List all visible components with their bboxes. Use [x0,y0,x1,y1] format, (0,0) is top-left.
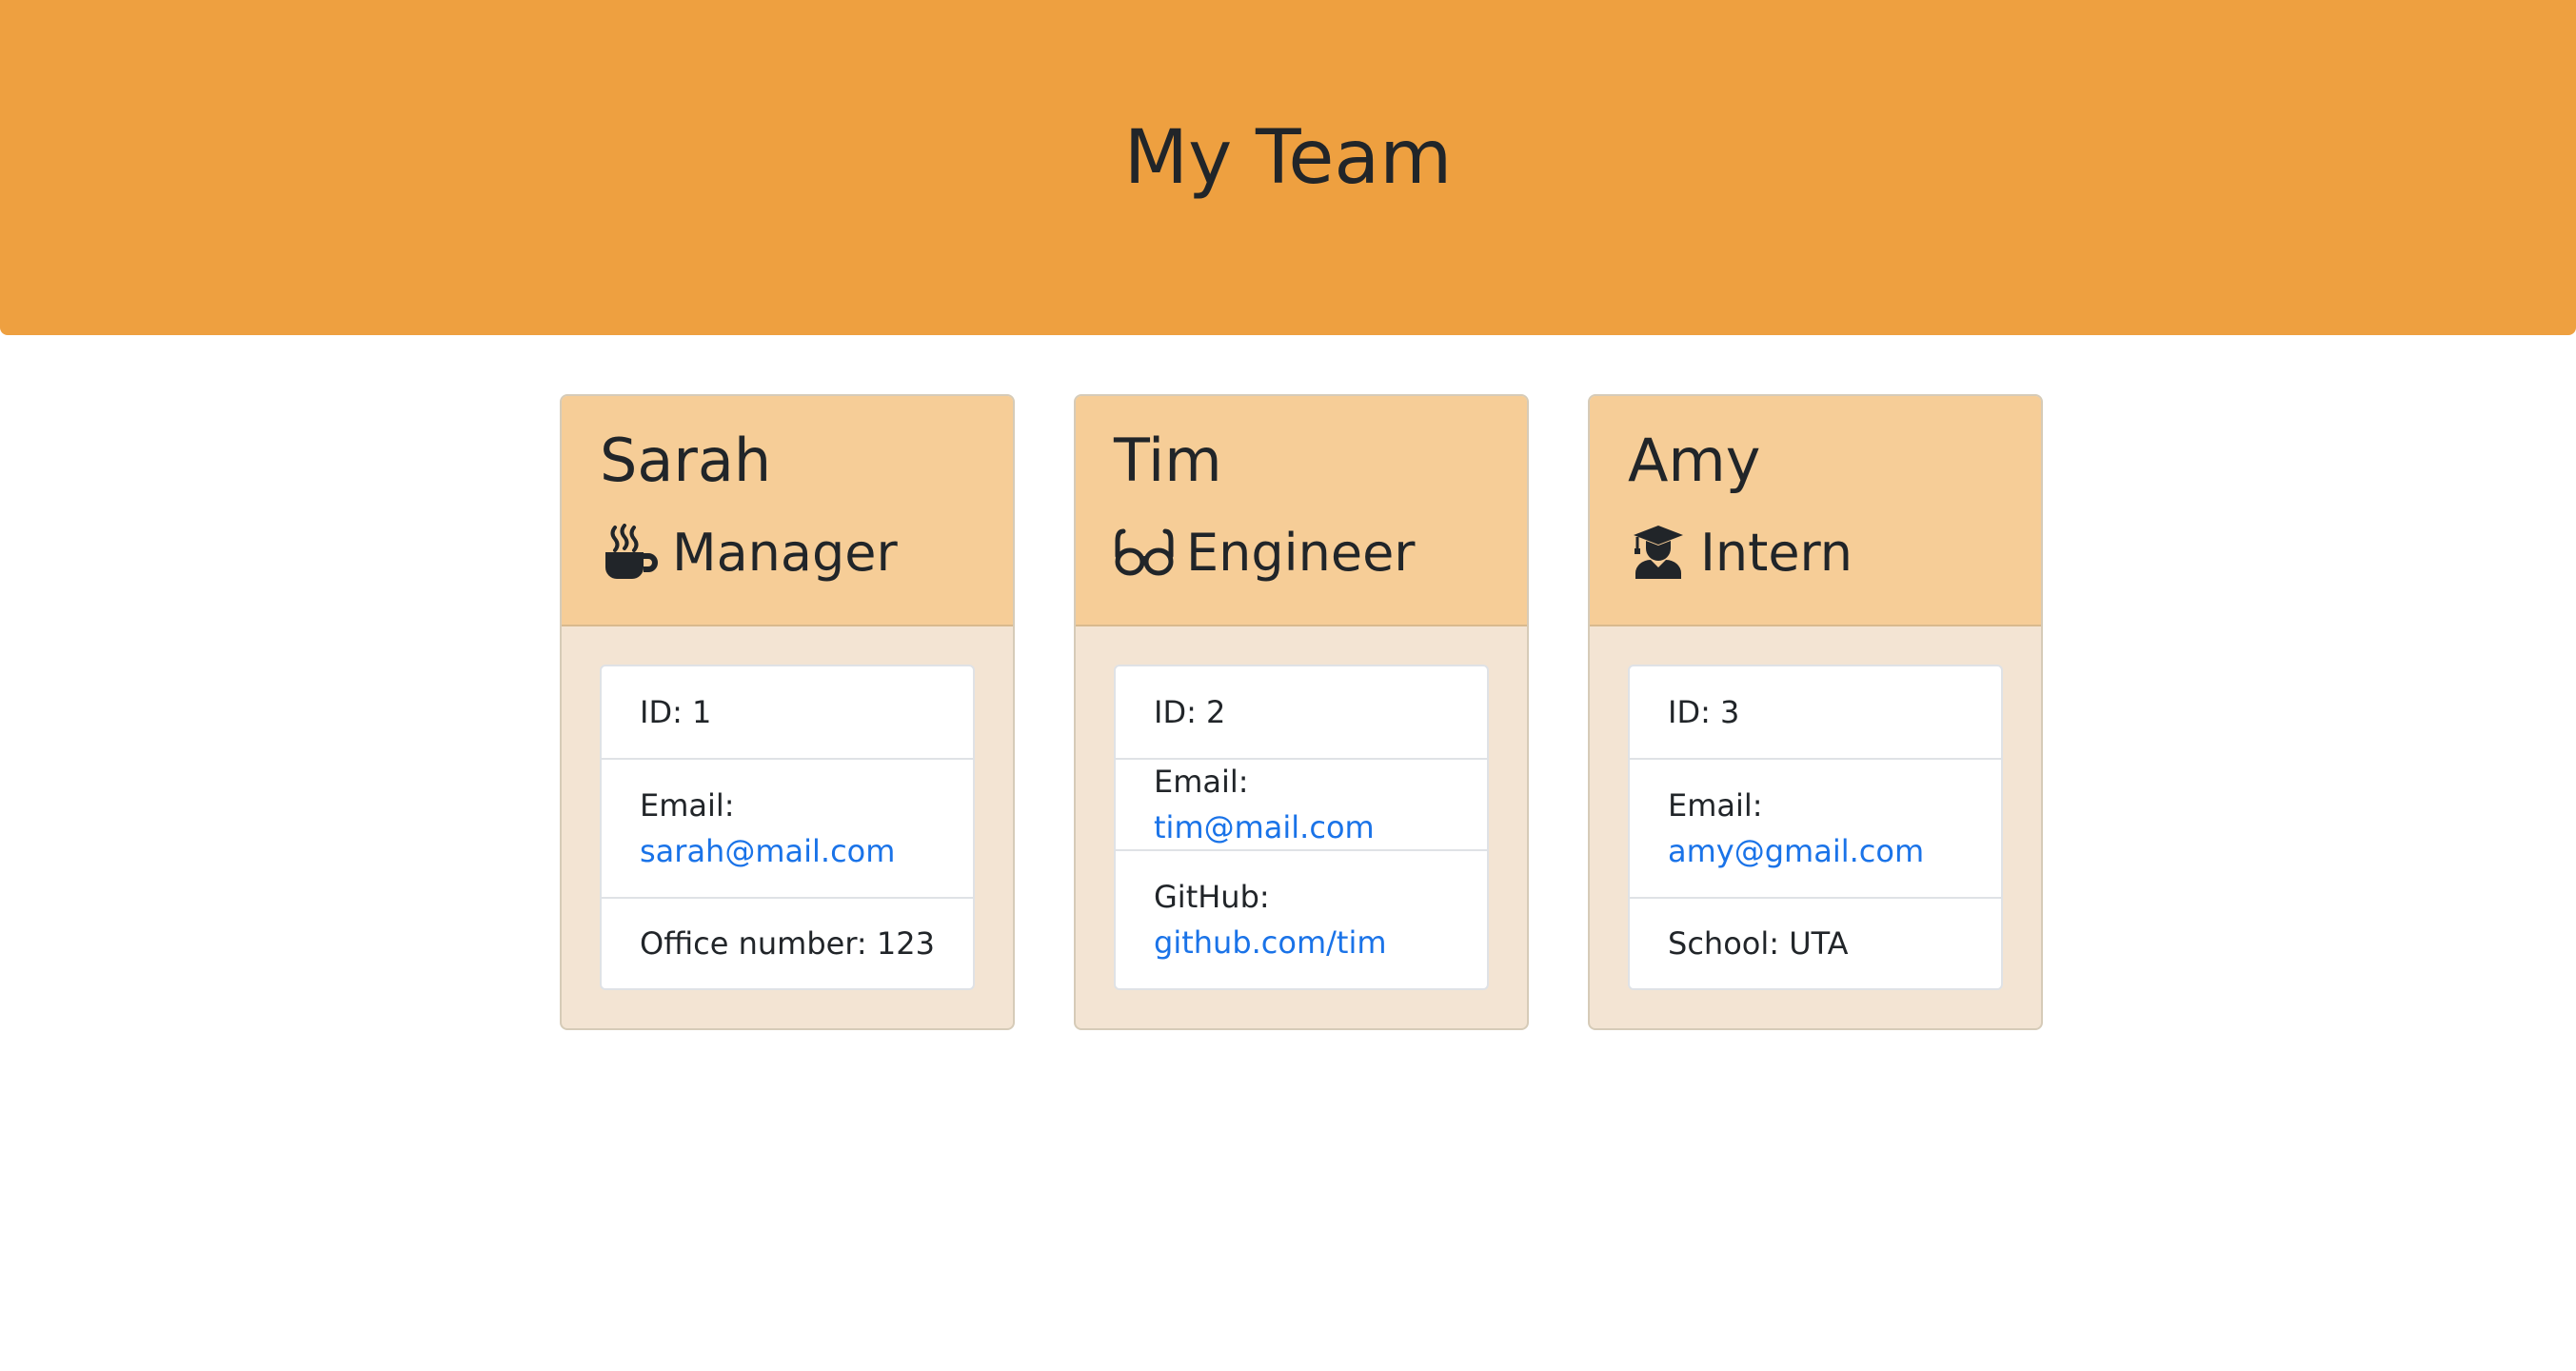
page-title: My Team [1123,115,1453,201]
coffee-mug-icon [600,522,661,583]
github-link[interactable]: github.com/tim [1154,920,1449,965]
email-label: Email: [640,787,735,824]
email-label: Email: [1154,764,1249,800]
email-link[interactable]: sarah@mail.com [640,828,935,874]
office-number-item: Office number: 123 [602,897,973,988]
employee-role: Intern [1628,514,1853,590]
employee-card-engineer: Tim Engineer ID: 2 Email: tim@mail.com G… [1074,394,1529,1030]
school-item: School: UTA [1630,897,2001,988]
employee-name: Amy [1628,426,1761,495]
id-text: ID: 3 [1668,694,1740,730]
school-text: School: UTA [1668,925,1849,962]
email-item: Email: amy@gmail.com [1630,758,2001,897]
employee-role: Engineer [1114,514,1416,590]
id-item: ID: 2 [1116,666,1487,758]
role-label: Engineer [1186,522,1416,583]
id-item: ID: 3 [1630,666,2001,758]
email-row: Email: tim@mail.com [1154,759,1449,850]
header-banner: My Team [0,0,2576,335]
email-link[interactable]: tim@mail.com [1154,809,1375,845]
email-item: Email: tim@mail.com [1116,758,1487,849]
email-label: Email: [1668,787,1763,824]
office-number-text: Office number: 123 [640,925,935,962]
employee-name: Sarah [600,426,772,495]
email-link[interactable]: amy@gmail.com [1668,828,1963,874]
graduate-icon [1628,522,1689,583]
team-cards: Sarah Manager ID: 1 Email: sarah@mail.co… [560,394,2045,1032]
id-text: ID: 2 [1154,694,1226,730]
role-label: Intern [1700,522,1853,583]
card-header: Sarah Manager [562,396,1013,626]
id-item: ID: 1 [602,666,973,758]
employee-name: Tim [1114,426,1222,495]
card-header: Amy Intern [1590,396,2041,626]
employee-details: ID: 1 Email: sarah@mail.com Office numbe… [600,665,975,990]
glasses-icon [1114,522,1175,583]
github-label: GitHub: [1154,879,1270,915]
id-text: ID: 1 [640,694,712,730]
github-item: GitHub: github.com/tim [1116,849,1487,988]
employee-details: ID: 3 Email: amy@gmail.com School: UTA [1628,665,2003,990]
role-label: Manager [672,522,898,583]
email-item: Email: sarah@mail.com [602,758,973,897]
employee-card-manager: Sarah Manager ID: 1 Email: sarah@mail.co… [560,394,1015,1030]
employee-card-intern: Amy Intern ID: 3 Email: amy@gmail.com Sc… [1588,394,2043,1030]
employee-details: ID: 2 Email: tim@mail.com GitHub: github… [1114,665,1489,990]
employee-role: Manager [600,514,898,590]
card-header: Tim Engineer [1076,396,1527,626]
